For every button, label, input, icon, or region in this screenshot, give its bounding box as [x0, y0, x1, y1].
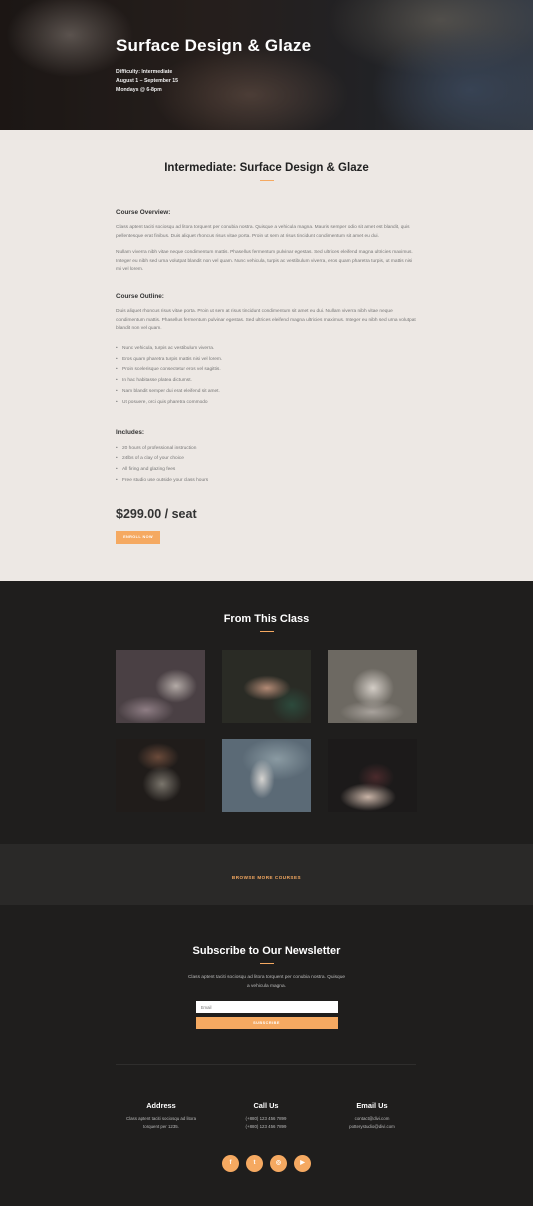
- address-block: Address Class aptent taciti sociosqu ad …: [109, 1101, 213, 1130]
- footer-divider: [116, 1064, 416, 1065]
- twitter-icon[interactable]: t: [246, 1155, 263, 1172]
- hero-title: Surface Design & Glaze: [116, 36, 312, 55]
- gallery-grid: [116, 650, 418, 812]
- class-gallery: From This Class: [0, 581, 533, 844]
- list-item: Nunc vehicula, turpis ac vestibulum vive…: [116, 344, 417, 355]
- call-block: Call Us (+880) 123 456 7899 (+880) 123 4…: [214, 1101, 318, 1130]
- list-item: Ut posuere, orci quis pharetra commodo: [116, 398, 417, 409]
- includes-list: 20 hours of professional instruction 24l…: [116, 444, 417, 487]
- address-text: Class aptent taciti sociosqu ad litora t…: [125, 1116, 197, 1129]
- list-item: In hac habitasse platea dictumst.: [116, 376, 417, 387]
- course-price: $299.00 / seat: [116, 506, 197, 521]
- includes-heading: Includes:: [116, 428, 145, 436]
- email-address[interactable]: contact@divi.com: [320, 1115, 424, 1123]
- email-block: Email Us contact@divi.com potterystudio@…: [320, 1101, 424, 1130]
- gallery-photo[interactable]: [116, 739, 205, 812]
- instagram-icon[interactable]: ◎: [270, 1155, 287, 1172]
- list-item: 24lbs of a clay of your choice: [116, 454, 417, 465]
- hero-dates: August 1 – September 15: [116, 78, 178, 84]
- youtube-icon[interactable]: ▶: [294, 1155, 311, 1172]
- facebook-icon[interactable]: f: [222, 1155, 239, 1172]
- list-item: Free studio use outside your class hours: [116, 476, 417, 487]
- list-item: 20 hours of professional instruction: [116, 444, 417, 455]
- subscribe-button[interactable]: SUBSCRIBE: [195, 1017, 338, 1030]
- email-address[interactable]: potterystudio@divi.com: [320, 1123, 424, 1131]
- overview-paragraph-2: Nullam viverra nibh vitae neque condimen…: [116, 250, 413, 273]
- newsletter-divider: [259, 963, 274, 964]
- call-heading: Call Us: [253, 1101, 279, 1110]
- list-item: All firing and glazing fees: [116, 465, 417, 476]
- gallery-photo[interactable]: [222, 739, 311, 812]
- gallery-photo[interactable]: [116, 650, 205, 723]
- title-divider: [259, 180, 274, 181]
- course-details: Intermediate: Surface Design & Glaze Cou…: [0, 130, 533, 581]
- overview-heading: Course Overview:: [116, 209, 171, 216]
- browse-more-courses-link[interactable]: BROWSE MORE COURSES: [232, 875, 301, 880]
- gallery-photo[interactable]: [328, 650, 417, 723]
- hero-banner: Surface Design & Glaze Difficulty: Inter…: [0, 0, 533, 130]
- browse-bar: BROWSE MORE COURSES: [0, 844, 533, 905]
- newsletter-title: Subscribe to Our Newsletter: [192, 945, 341, 957]
- list-item: Proin scelerisque consectetur eros vel s…: [116, 365, 417, 376]
- address-heading: Address: [146, 1101, 176, 1110]
- outline-paragraph: Duis aliquet rhoncus risus vitae porta. …: [116, 308, 416, 332]
- hero-schedule: Mondays @ 6-8pm: [116, 87, 162, 93]
- enroll-now-button[interactable]: ENROLL NOW: [116, 530, 160, 544]
- gallery-photo[interactable]: [328, 739, 417, 812]
- list-item: Nam blandit semper dui erat eleifend sit…: [116, 387, 417, 398]
- gallery-title: From This Class: [223, 613, 310, 625]
- phone-number[interactable]: (+880) 123 456 7899: [214, 1123, 318, 1131]
- outline-heading: Course Outline:: [116, 292, 164, 300]
- gallery-divider: [259, 631, 274, 632]
- newsletter-section: Subscribe to Our Newsletter Class aptent…: [0, 905, 533, 1206]
- overview-paragraph-1: Class aptent taciti sociosqu ad litora t…: [116, 225, 410, 239]
- social-links: f t ◎ ▶: [222, 1155, 311, 1172]
- hero-difficulty: Difficulty: Intermediate: [116, 69, 173, 75]
- phone-number[interactable]: (+880) 123 456 7899: [214, 1115, 318, 1123]
- gallery-photo[interactable]: [222, 650, 311, 723]
- email-field[interactable]: [195, 1001, 338, 1014]
- list-item: Eros quam pharetra turpis mattis nisi ve…: [116, 355, 417, 366]
- hero-content: Surface Design & Glaze Difficulty: Inter…: [116, 36, 311, 95]
- email-heading: Email Us: [356, 1101, 388, 1110]
- newsletter-text: Class aptent taciti sociosqu ad litora t…: [187, 975, 346, 989]
- outline-list: Nunc vehicula, turpis ac vestibulum vive…: [116, 344, 417, 409]
- course-title: Intermediate: Surface Design & Glaze: [164, 162, 369, 174]
